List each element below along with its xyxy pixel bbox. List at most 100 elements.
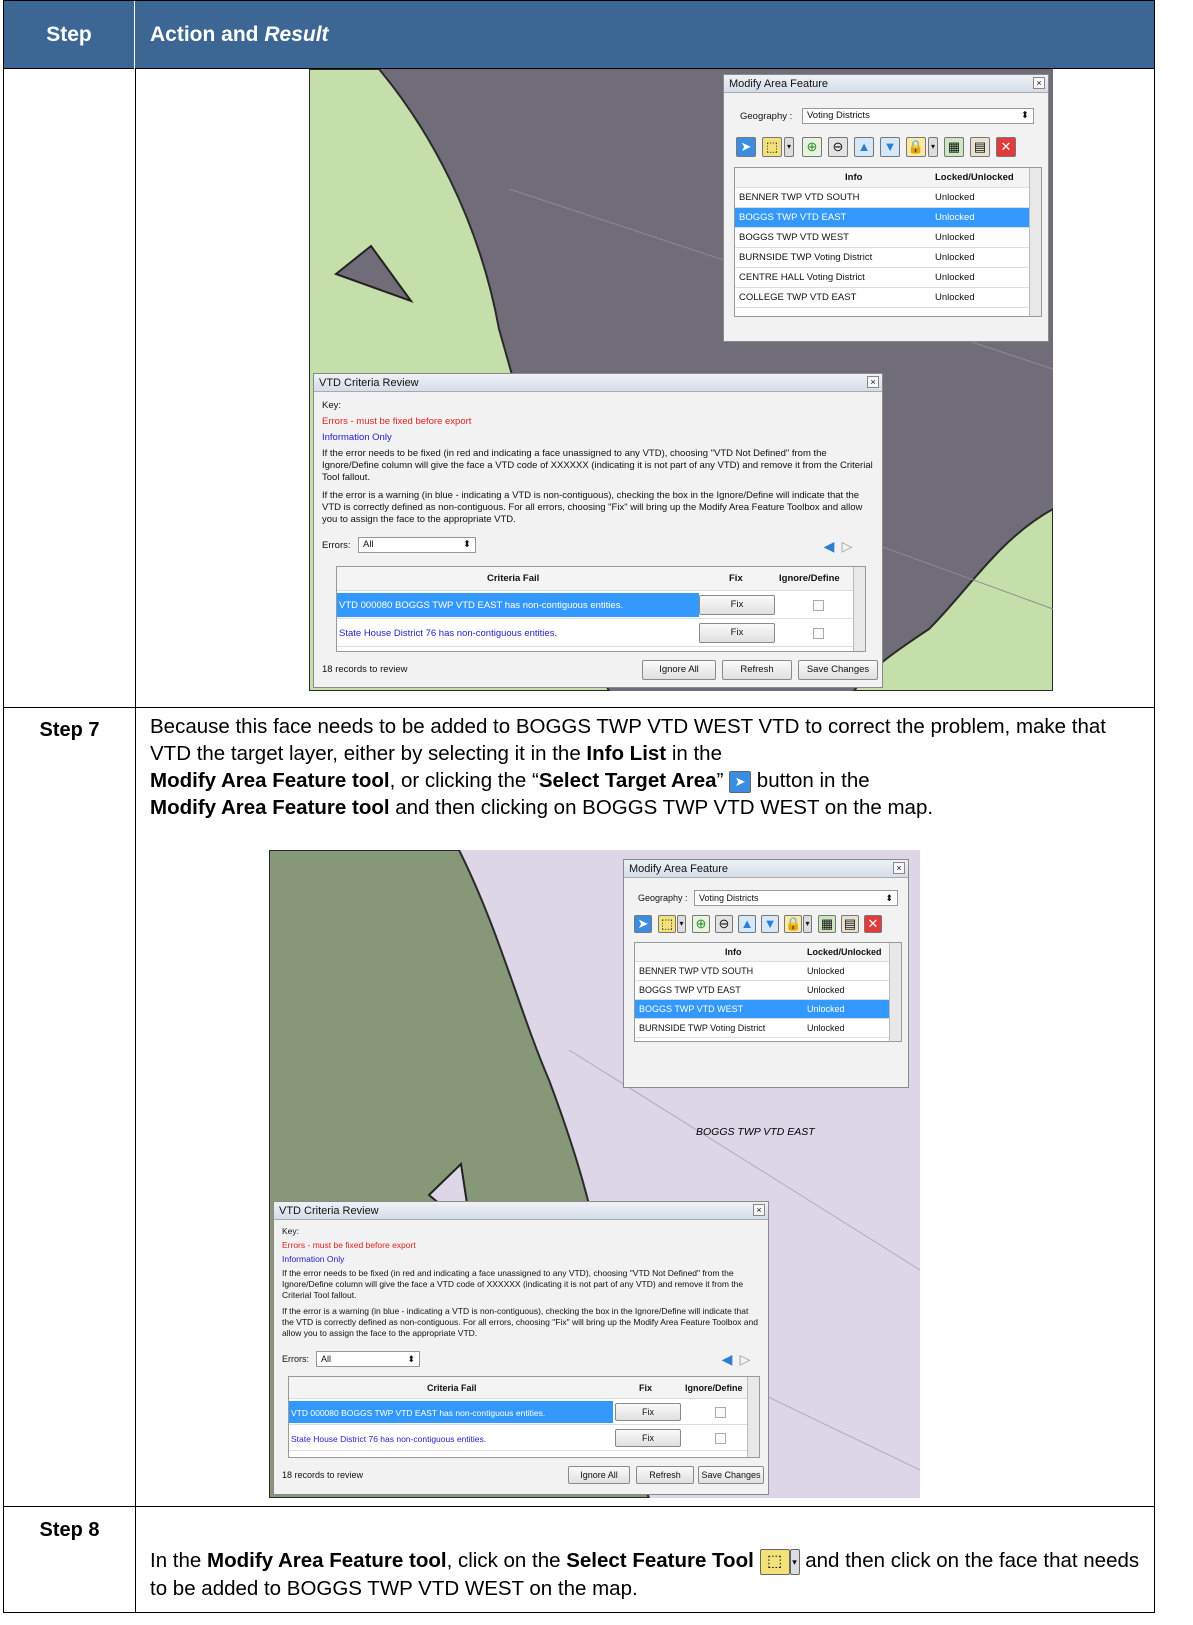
- select-feature-tool-icon[interactable]: ⬚: [658, 915, 676, 933]
- list-scrollbar[interactable]: [1029, 168, 1041, 316]
- next-arrow-icon[interactable]: ▷: [840, 537, 854, 555]
- criteria-list: Criteria Fail Fix Ignore/Define VTD 0000…: [336, 566, 866, 652]
- fix-button[interactable]: Fix: [699, 595, 775, 615]
- lock-icon[interactable]: 🔒: [784, 915, 802, 933]
- geography-label: Geography :: [638, 893, 688, 903]
- screenshot-map-2: BOGGS TWP VTD EAST Modify Area Feature ×…: [269, 850, 920, 1498]
- close-icon[interactable]: ×: [867, 376, 879, 388]
- select-feature-tool-icon[interactable]: ⬚: [762, 137, 782, 157]
- geography-select[interactable]: Voting Districts ⬍: [694, 890, 898, 906]
- information-key: Information Only: [282, 1254, 345, 1264]
- move-down-icon[interactable]: ▼: [761, 915, 779, 933]
- dialog-titlebar: VTD Criteria Review ×: [314, 374, 882, 392]
- ignore-define-checkbox[interactable]: [813, 600, 824, 611]
- move-up-icon[interactable]: ▲: [854, 137, 874, 157]
- list-scrollbar[interactable]: [747, 1377, 759, 1457]
- errors-key: Errors - must be fixed before export: [282, 1240, 416, 1250]
- updown-arrow-icon: ⬍: [407, 1354, 415, 1364]
- dropdown-arrow-icon[interactable]: ▾: [803, 915, 812, 933]
- close-tool-icon[interactable]: ✕: [864, 915, 882, 933]
- dialog-title: Modify Area Feature: [629, 863, 729, 875]
- close-icon[interactable]: ×: [893, 862, 905, 874]
- errors-key: Errors - must be fixed before export: [322, 416, 472, 427]
- ignore-define-checkbox[interactable]: [715, 1433, 726, 1444]
- instructions-paragraph: If the error needs to be fixed (in red a…: [282, 1268, 744, 1300]
- col-locked: Locked/Unlocked: [935, 172, 1014, 183]
- instructions-paragraph: If the error is a warning (in blue - ind…: [322, 490, 863, 525]
- table-row[interactable]: VTD 000080 BOGGS TWP VTD EAST has non-co…: [337, 593, 855, 619]
- map-icon[interactable]: ▦: [818, 915, 836, 933]
- list-item[interactable]: BOGGS TWP VTD WEST Unlocked: [635, 1000, 891, 1019]
- table-row[interactable]: State House District 76 has non-contiguo…: [337, 621, 855, 647]
- previous-arrow-icon[interactable]: ◀: [720, 1350, 734, 1368]
- close-tool-icon[interactable]: ✕: [996, 137, 1016, 157]
- list-item[interactable]: COLLEGE TWP VTD EAST Unlocked: [735, 288, 1031, 308]
- dropdown-arrow-icon[interactable]: ▾: [784, 137, 794, 157]
- fix-button[interactable]: Fix: [615, 1429, 681, 1447]
- close-icon[interactable]: ×: [1033, 77, 1045, 89]
- step-8-label: Step 8: [39, 1519, 100, 1541]
- save-changes-button[interactable]: Save Changes: [798, 660, 878, 680]
- dialog-title: VTD Criteria Review: [279, 1205, 379, 1217]
- updown-arrow-icon: ⬍: [1021, 110, 1029, 121]
- select-target-area-icon[interactable]: ➤: [634, 915, 652, 933]
- list-item[interactable]: BURNSIDE TWP Voting District Unlocked: [735, 248, 1031, 268]
- list-header: Criteria Fail Fix Ignore/Define: [337, 567, 855, 591]
- fix-button[interactable]: Fix: [615, 1403, 681, 1421]
- previous-arrow-icon[interactable]: ◀: [822, 537, 836, 555]
- close-icon[interactable]: ×: [753, 1204, 765, 1216]
- dialog-titlebar: Modify Area Feature ×: [724, 75, 1048, 93]
- list-scrollbar[interactable]: [889, 943, 901, 1041]
- fix-button[interactable]: Fix: [699, 623, 775, 643]
- errors-filter-label: Errors:: [282, 1354, 309, 1364]
- move-up-icon[interactable]: ▲: [738, 915, 756, 933]
- select-target-area-icon: ➤: [729, 770, 752, 793]
- table-icon[interactable]: ▤: [970, 137, 990, 157]
- list-item[interactable]: BOGGS TWP VTD EAST Unlocked: [735, 208, 1031, 228]
- list-scrollbar[interactable]: [853, 567, 865, 651]
- errors-filter-select[interactable]: All ⬍: [316, 1351, 420, 1367]
- add-icon[interactable]: ⊕: [692, 915, 710, 933]
- select-target-area-icon[interactable]: ➤: [736, 137, 756, 157]
- dialog-title: VTD Criteria Review: [319, 377, 419, 389]
- dialog-titlebar: Modify Area Feature ×: [624, 860, 908, 878]
- move-down-icon[interactable]: ▼: [880, 137, 900, 157]
- lock-icon[interactable]: 🔒: [906, 137, 926, 157]
- ignore-all-button[interactable]: Ignore All: [568, 1466, 630, 1484]
- ignore-define-checkbox[interactable]: [813, 628, 824, 639]
- procedure-table: Step Action and Result Modify Area Featu…: [3, 0, 1155, 1613]
- list-item[interactable]: BENNER TWP VTD SOUTH Unlocked: [635, 962, 891, 981]
- step-7-label: Step 7: [39, 719, 100, 741]
- dropdown-arrow-icon[interactable]: ▾: [928, 137, 938, 157]
- table-icon[interactable]: ▤: [841, 915, 859, 933]
- list-item[interactable]: BENNER TWP VTD SOUTH Unlocked: [735, 188, 1031, 208]
- map-icon[interactable]: ▦: [944, 137, 964, 157]
- info-list: Info Locked/Unlocked BENNER TWP VTD SOUT…: [634, 942, 902, 1042]
- column-divider: [135, 69, 136, 1613]
- dropdown-arrow-icon[interactable]: ▾: [677, 915, 686, 933]
- list-item[interactable]: BOGGS TWP VTD EAST Unlocked: [635, 981, 891, 1000]
- records-count: 18 records to review: [322, 664, 408, 675]
- updown-arrow-icon: ⬍: [463, 539, 471, 550]
- next-arrow-icon[interactable]: ▷: [738, 1350, 752, 1368]
- errors-filter-select[interactable]: All ⬍: [358, 537, 476, 553]
- vtd-criteria-review-dialog: VTD Criteria Review × Key: Errors - must…: [273, 1201, 769, 1495]
- add-icon[interactable]: ⊕: [802, 137, 822, 157]
- instructions-paragraph: If the error is a warning (in blue - ind…: [282, 1306, 758, 1338]
- header-step: Step: [4, 1, 135, 69]
- geography-select[interactable]: Voting Districts ⬍: [802, 108, 1034, 124]
- list-item[interactable]: CENTRE HALL Voting District Unlocked: [735, 268, 1031, 288]
- list-item[interactable]: BURNSIDE TWP Voting District Unlocked: [635, 1019, 891, 1038]
- ignore-define-checkbox[interactable]: [715, 1407, 726, 1418]
- refresh-button[interactable]: Refresh: [636, 1466, 694, 1484]
- refresh-button[interactable]: Refresh: [722, 660, 792, 680]
- list-header: Info Locked/Unlocked: [735, 168, 1031, 188]
- ignore-all-button[interactable]: Ignore All: [642, 660, 716, 680]
- save-changes-button[interactable]: Save Changes: [698, 1466, 764, 1484]
- remove-icon[interactable]: ⊖: [715, 915, 733, 933]
- header-result-label: Result: [264, 23, 329, 46]
- list-item[interactable]: BOGGS TWP VTD WEST Unlocked: [735, 228, 1031, 248]
- remove-icon[interactable]: ⊖: [828, 137, 848, 157]
- info-list: Info Locked/Unlocked BENNER TWP VTD SOUT…: [734, 167, 1042, 317]
- screenshot-map-1: Modify Area Feature × Geography : Voting…: [309, 69, 1053, 691]
